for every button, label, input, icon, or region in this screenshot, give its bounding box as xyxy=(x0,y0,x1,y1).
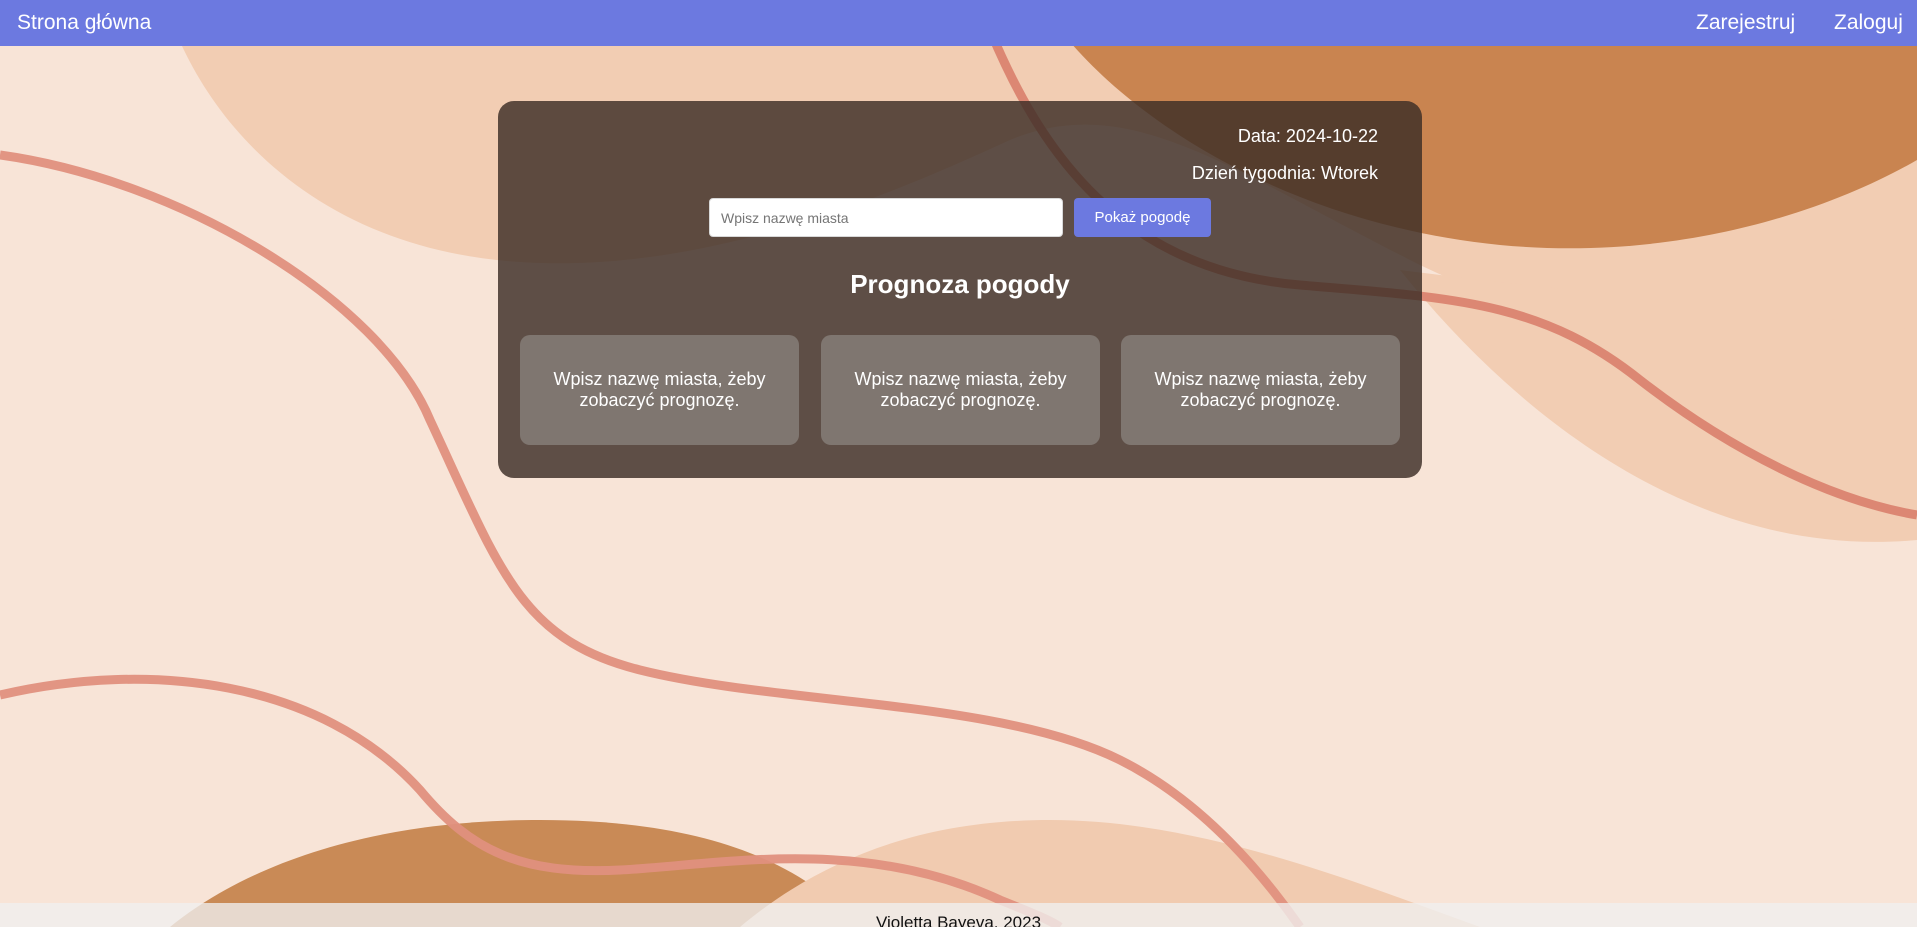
nav-register-link[interactable]: Zarejestruj xyxy=(1696,11,1795,35)
city-search-input[interactable] xyxy=(709,198,1063,237)
forecast-title: Prognoza pogody xyxy=(850,269,1070,299)
forecast-card: Wpisz nazwę miasta, żeby zobaczyć progno… xyxy=(821,335,1100,445)
forecast-card: Wpisz nazwę miasta, żeby zobaczyć progno… xyxy=(1121,335,1400,445)
weather-panel: Data: 2024-10-22 Dzień tygodnia: Wtorek … xyxy=(498,101,1422,478)
nav-home-link[interactable]: Strona główna xyxy=(17,11,151,35)
current-date: Data: 2024-10-22 xyxy=(1237,126,1378,146)
forecast-card-message: Wpisz nazwę miasta, żeby zobaczyć progno… xyxy=(1154,369,1367,410)
show-weather-button[interactable]: Pokaż pogodę xyxy=(1074,198,1211,237)
top-navbar: Strona główna Zarejestruj Zaloguj xyxy=(0,0,1917,46)
forecast-card-message: Wpisz nazwę miasta, żeby zobaczyć progno… xyxy=(854,369,1067,410)
forecast-card: Wpisz nazwę miasta, żeby zobaczyć progno… xyxy=(520,335,799,445)
footer-credit: Violetta Bayeva, 2023 xyxy=(875,913,1042,927)
forecast-cards: Wpisz nazwę miasta, żeby zobaczyć progno… xyxy=(520,335,1400,445)
forecast-card-message: Wpisz nazwę miasta, żeby zobaczyć progno… xyxy=(553,369,766,410)
page-footer: Violetta Bayeva, 2023 xyxy=(0,903,1917,927)
current-weekday: Dzień tygodnia: Wtorek xyxy=(1191,163,1378,183)
nav-login-link[interactable]: Zaloguj xyxy=(1834,11,1903,35)
